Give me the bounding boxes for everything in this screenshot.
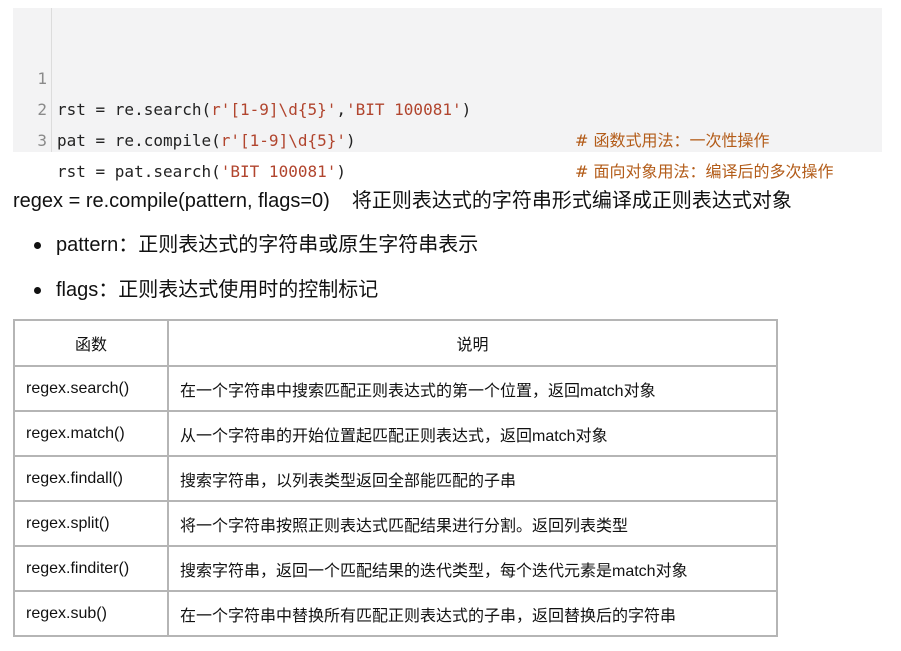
table-row: regex.split() 将一个字符串按照正则表达式匹配结果进行分割。返回列表… [13,500,778,547]
compile-description: regex = re.compile(pattern, flags=0) 将正则表… [13,186,792,216]
code-line: 2 pat = re.compile(r'[1-9]\d{5}') # 面向对象… [13,63,882,181]
table-row: regex.findall() 搜索字符串，以列表类型返回全部能匹配的子串 [13,455,778,502]
table-header-row: 函数 说明 [13,319,778,367]
table-cell-function: regex.split() [13,500,169,547]
table-row: regex.search() 在一个字符串中搜索匹配正则表达式的第一个位置，返回… [13,365,778,412]
line-number: 3 [37,131,47,150]
table-cell-function: regex.sub() [13,590,169,637]
table-cell-description: 搜索字符串，以列表类型返回全部能匹配的子串 [167,455,778,502]
table-row: regex.finditer() 搜索字符串，返回一个匹配结果的迭代类型，每个迭… [13,545,778,592]
param-text: 正则表达式使用时的控制标记 [118,279,379,301]
table-cell-function: regex.search() [13,365,169,412]
code-block: 1 rst = re.search(r'[1-9]\d{5}','BIT 100… [13,8,882,181]
description-text: 将正则表达式的字符串形式编译成正则表达式对象 [351,190,792,212]
param-text: 正则表达式的字符串或原生字符串表示 [138,234,479,256]
bullet-icon [34,242,41,249]
code-comment: # 函数式用法：一次性操作 [575,131,770,150]
param-name: pattern [56,234,119,256]
code-line: 1 rst = re.search(r'[1-9]\d{5}','BIT 100… [13,32,882,150]
table-cell-function: regex.match() [13,410,169,457]
table-cell-function: regex.finditer() [13,545,169,592]
function-signature: regex = re.compile(pattern, flags=0) [13,190,330,212]
table-header: 说明 [167,319,778,367]
table-cell-description: 从一个字符串的开始位置起匹配正则表达式，返回match对象 [167,410,778,457]
list-item: flags：正则表达式使用时的控制标记 [32,274,478,319]
table-header: 函数 [13,319,169,367]
table-cell-description: 在一个字符串中替换所有匹配正则表达式的子串，返回替换后的字符串 [167,590,778,637]
bullet-icon [34,287,41,294]
parameter-list: pattern：正则表达式的字符串或原生字符串表示 flags：正则表达式使用时… [32,229,478,319]
code-line: 3 rst = pat.search('BIT 100081') [13,94,882,181]
table-row: regex.sub() 在一个字符串中替换所有匹配正则表达式的子串，返回替换后的… [13,590,778,637]
table-cell-description: 在一个字符串中搜索匹配正则表达式的第一个位置，返回match对象 [167,365,778,412]
table-cell-description: 将一个字符串按照正则表达式匹配结果进行分割。返回列表类型 [167,500,778,547]
code-text: pat = re.compile(r'[1-9]\d{5}') [57,131,356,150]
methods-table: 函数 说明 regex.search() 在一个字符串中搜索匹配正则表达式的第一… [13,319,778,637]
table-cell-description: 搜索字符串，返回一个匹配结果的迭代类型，每个迭代元素是match对象 [167,545,778,592]
code-comment: # 面向对象用法：编译后的多次操作 [575,162,834,181]
param-name: flags [56,279,99,301]
table-row: regex.match() 从一个字符串的开始位置起匹配正则表达式，返回matc… [13,410,778,457]
code-text: rst = pat.search('BIT 100081') [57,162,346,181]
table-cell-function: regex.findall() [13,455,169,502]
list-item: pattern：正则表达式的字符串或原生字符串表示 [32,229,478,274]
